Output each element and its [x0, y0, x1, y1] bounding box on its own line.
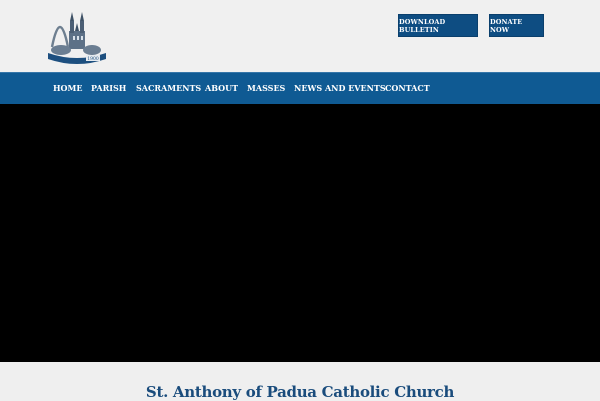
video-player[interactable]	[0, 104, 600, 362]
nav-sacraments[interactable]: SACRAMENTS	[136, 73, 201, 104]
nav-masses[interactable]: MASSES	[247, 73, 285, 104]
main-nav: HOME PARISH SACRAMENTS ABOUT MASSES NEWS…	[0, 72, 600, 104]
nav-about[interactable]: ABOUT	[205, 73, 238, 104]
donate-now-button[interactable]: DONATE NOW	[489, 14, 544, 37]
nav-home[interactable]: HOME	[53, 73, 82, 104]
nav-contact[interactable]: CONTACT	[385, 73, 430, 104]
site-header: 1900 DOWNLOAD BULLETIN DONATE NOW	[0, 0, 600, 72]
page-title: St. Anthony of Padua Catholic Church	[145, 383, 455, 401]
church-logo[interactable]: 1900	[46, 9, 108, 65]
download-bulletin-button[interactable]: DOWNLOAD BULLETIN	[398, 14, 478, 37]
church-logo-graphic: 1900	[48, 12, 106, 64]
nav-news-and-events[interactable]: NEWS AND EVENTS	[294, 73, 386, 104]
logo-year-text: 1900	[87, 56, 99, 62]
nav-parish[interactable]: PARISH	[91, 73, 126, 104]
